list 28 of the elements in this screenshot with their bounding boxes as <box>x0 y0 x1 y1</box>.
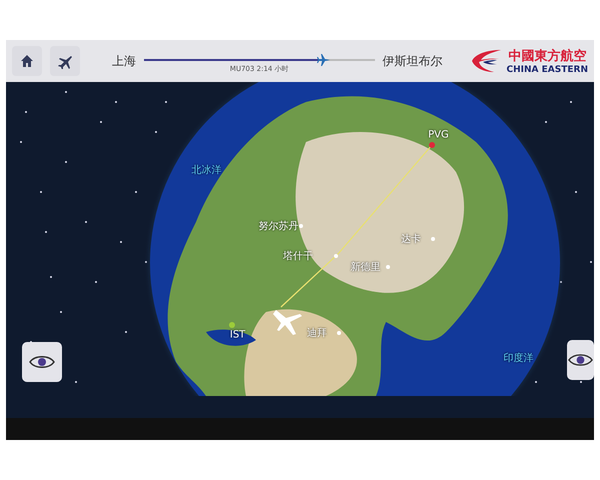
city-dot <box>386 265 390 270</box>
ocean-label: 印度洋 <box>503 352 534 366</box>
airplane-icon <box>273 310 302 335</box>
airport-label: IST <box>230 330 246 341</box>
city-label: 塔什干 <box>282 250 313 264</box>
origin-city: 上海 <box>112 52 136 70</box>
city-label: 迪拜 <box>306 326 327 340</box>
home-icon <box>20 54 34 68</box>
eye-icon <box>28 354 56 370</box>
flight-button[interactable] <box>50 46 80 76</box>
airline-name: 中國東方航空 <box>508 48 586 65</box>
destination-city: 伊斯坦布尔 <box>382 52 443 70</box>
city-label: 新德里 <box>350 260 381 274</box>
city-label: 达卡 <box>401 232 422 246</box>
view-button[interactable] <box>22 342 62 382</box>
airport-label: PVG <box>428 129 449 140</box>
airline-name-english: CHINA EASTERN <box>506 65 588 75</box>
airplane-icon <box>57 53 73 69</box>
ocean-label: 北冰洋 <box>191 164 222 177</box>
city-dot <box>336 331 341 336</box>
city-label: 努尔苏丹 <box>258 220 298 234</box>
airplane-icon <box>316 52 331 66</box>
view-button[interactable] <box>567 340 594 380</box>
city-dot <box>431 237 436 241</box>
home-button[interactable] <box>12 46 42 76</box>
city-dot <box>334 254 338 258</box>
eye-icon <box>567 352 594 368</box>
city-dot <box>298 224 302 228</box>
